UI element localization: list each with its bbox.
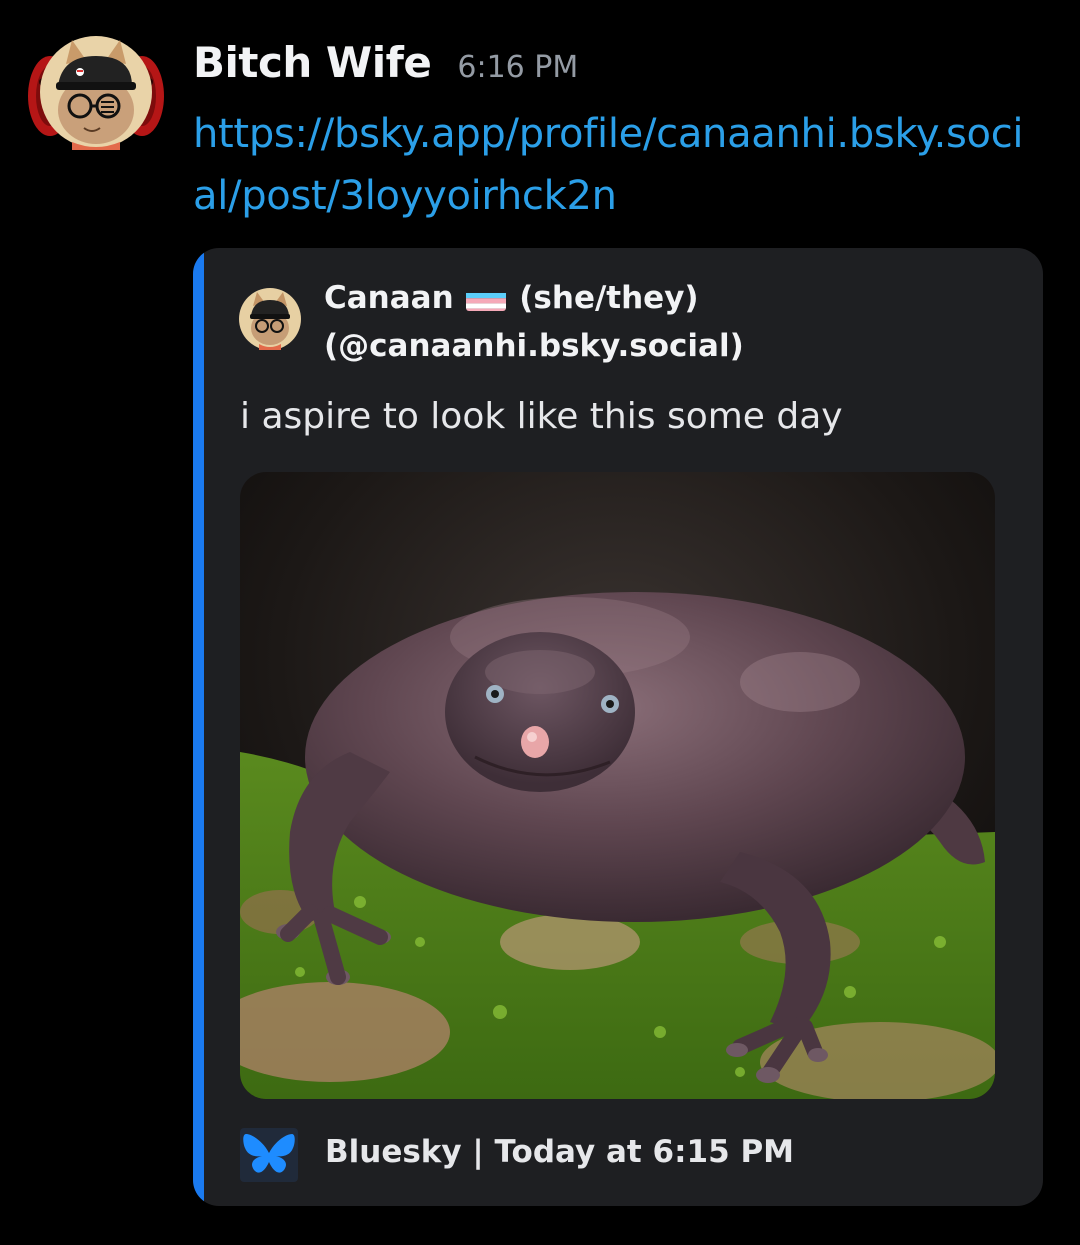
message-timestamp[interactable]: 6:16 PM [457,50,578,85]
embed-author[interactable]: Canaan (she/they) (@canaanhi.bsky.social… [324,274,984,370]
message-link[interactable]: https://bsky.app/profile/canaanhi.bsky.s… [193,103,1033,227]
message-header: Bitch Wife 6:16 PM [193,38,578,87]
embed-image-purple-frog[interactable] [240,472,995,1099]
user-avatar[interactable] [28,34,164,150]
embed-accent-bar [193,248,204,1206]
embed-author-avatar[interactable] [239,288,301,350]
embed-footer: Bluesky | Today at 6:15 PM [325,1134,795,1170]
embed-description: i aspire to look like this some day [240,396,843,437]
link-embed: Canaan (she/they) (@canaanhi.bsky.social… [193,248,1043,1206]
bluesky-butterfly-icon [240,1128,298,1182]
transgender-flag-icon [466,285,507,311]
embed-author-name: Canaan [324,280,454,316]
message-author[interactable]: Bitch Wife [193,38,432,87]
